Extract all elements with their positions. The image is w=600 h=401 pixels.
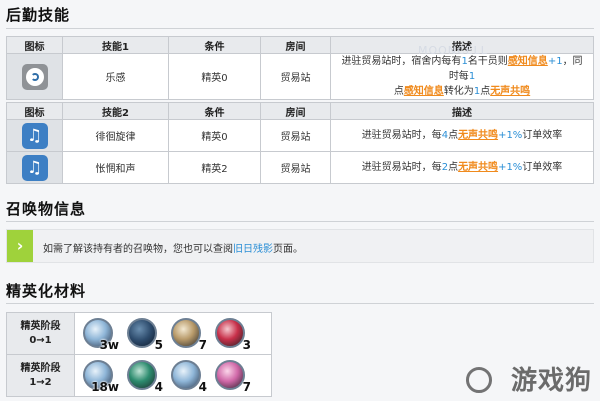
material-count: 4 [154,379,163,394]
elite-heading: 精英化材料 [6,282,87,300]
skill-description: 进驻贸易站时，每4点无声共鸣+1%订单效率 [330,119,594,152]
material-count: 4 [198,379,207,394]
skill-name: 乐感 [62,53,169,100]
summon-notice: › 如需了解该持有者的召唤物，您也可以查阅旧日残影页面。 [6,229,594,263]
keyword-link[interactable]: 无声共鸣 [458,162,498,173]
table-row: ♫ 徘徊旋律 精英0 贸易站 进驻贸易站时，每4点无声共鸣+1%订单效率 [6,119,594,152]
skill-icon-cell: ♫ [6,151,63,184]
materials-cell: 18w 4 4 7 [74,354,272,397]
skill-icon-cell [6,53,63,100]
skill-description: 进驻贸易站时，每2点无声共鸣+1%订单效率 [330,151,594,184]
skill-room: 贸易站 [260,151,331,184]
base-skill-heading: 后勤技能 [6,6,71,24]
skill-room: 贸易站 [260,53,331,100]
disc-icon [21,63,48,90]
header-room: 房间 [260,36,331,54]
skill-description: 进驻贸易站时，宿舍内每有1名干员则感知信息+1，同时每1 点感知信息转化为1点无声… [330,53,594,100]
keyword-link[interactable]: 无声共鸣 [458,130,498,141]
skill-name: 徘徊旋律 [62,119,169,152]
logo-mark-icon [466,367,492,393]
chip-icon[interactable]: 18w [79,358,119,394]
elite-materials-table: 精英阶段 0→1 3w 5 7 3 精英阶段 1→2 18w 4 4 7 [6,312,272,397]
elite-stage-label: 精英阶段 0→1 [6,312,75,355]
gem-pack-icon[interactable]: 7 [211,358,251,394]
section-divider [6,28,594,29]
summon-heading: 召唤物信息 [6,200,87,218]
chevron-right-icon: › [7,230,33,262]
cluster-icon[interactable]: 4 [167,358,207,394]
crystal-icon[interactable]: 5 [123,316,163,352]
material-count: 3 [242,337,251,352]
music-note-icon: ♫ [21,122,48,149]
skill-condition: 精英0 [168,119,261,152]
notice-text: 如需了解该持有者的召唤物，您也可以查阅旧日残影页面。 [43,244,303,255]
skill-room: 贸易站 [260,119,331,152]
keyword-link[interactable]: 感知信息 [508,56,548,67]
mooncell-watermark: MOONCELL [418,44,488,57]
elite-stage-label: 精英阶段 1→2 [6,354,75,397]
keyword-link[interactable]: 感知信息 [404,86,444,97]
skill-icon-cell: ♫ [6,119,63,152]
header-condition: 条件 [168,36,261,54]
skill2-table: 图标 技能2 条件 房间 描述 ♫ 徘徊旋律 精英0 贸易站 进驻贸易站时，每4… [6,102,594,184]
site-watermark-logo: 游戏狗 [510,366,592,396]
material-count: 7 [198,337,207,352]
skill-name: 怅惘和声 [62,151,169,184]
table-row: 精英阶段 1→2 18w 4 4 7 [6,354,272,397]
header-skill1: 技能1 [62,36,169,54]
table-row: 乐感 精英0 贸易站 进驻贸易站时，宿舍内每有1名干员则感知信息+1，同时每1 点… [6,53,594,100]
material-count: 7 [242,379,251,394]
material-count: 5 [154,337,163,352]
header-condition: 条件 [168,102,261,120]
skill1-header-row: 图标 技能1 条件 房间 描述 [6,36,594,54]
header-icon: 图标 [6,102,63,120]
materials-cell: 3w 5 7 3 [74,312,272,355]
table-row: ♫ 怅惘和声 精英2 贸易站 进驻贸易站时，每2点无声共鸣+1%订单效率 [6,151,594,184]
header-skill2: 技能2 [62,102,169,120]
header-icon: 图标 [6,36,63,54]
section-divider [6,303,594,304]
music-note-icon: ♫ [21,154,48,181]
table-row: 精英阶段 0→1 3w 5 7 3 [6,312,272,355]
section-divider [6,221,594,222]
skill1-table: 图标 技能1 条件 房间 描述 乐感 精英0 贸易站 进驻贸易站时，宿舍内每有1… [6,36,594,100]
header-room: 房间 [260,102,331,120]
skill-condition: 精英0 [168,53,261,100]
chip-icon[interactable]: 3w [79,316,119,352]
summon-page-link[interactable]: 旧日残影 [233,244,273,255]
device-icon[interactable]: 3 [211,316,251,352]
skill-condition: 精英2 [168,151,261,184]
skill2-header-row: 图标 技能2 条件 房间 描述 [6,102,594,120]
header-description: 描述 [330,102,594,120]
material-count: 3w [99,337,119,352]
blade-icon[interactable]: 7 [167,316,207,352]
material-count: 18w [91,379,119,394]
cube-icon[interactable]: 4 [123,358,163,394]
keyword-link[interactable]: 无声共鸣 [490,86,530,97]
